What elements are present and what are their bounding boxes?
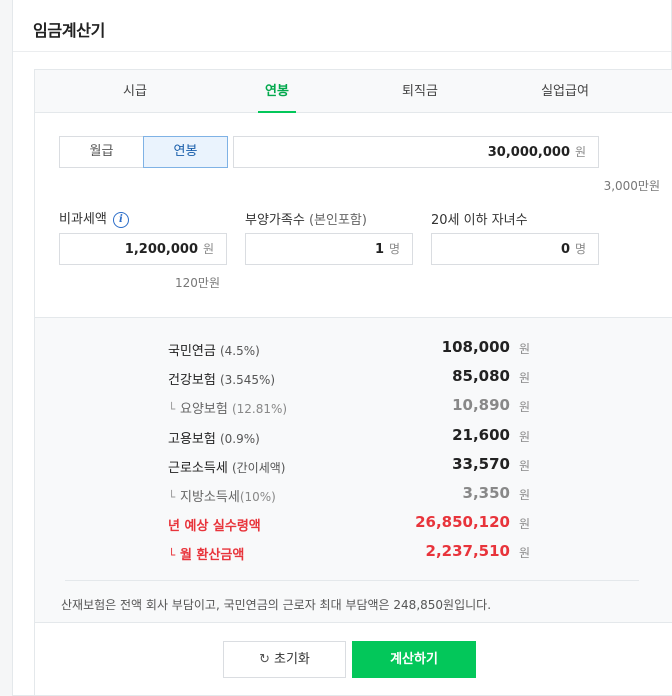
dependents-input[interactable]: 1 명 [245, 233, 413, 265]
result-row-income-tax: 근로소득세 (간이세액) 33,570 원 [168, 455, 530, 476]
tab-unemployment[interactable]: 실업급여 [530, 70, 600, 113]
dependents-unit: 명 [388, 242, 400, 256]
tab-annual[interactable]: 연봉 [258, 70, 296, 113]
tab-severance[interactable]: 퇴직금 [390, 70, 450, 113]
tab-bar: 시급 연봉 퇴직금 실업급여 [35, 70, 672, 113]
calculate-button[interactable]: 계산하기 [352, 641, 476, 678]
children-label: 20세 이하 자녀수 [431, 213, 528, 228]
nontax-label: 비과세액 i [59, 208, 129, 228]
nontax-unit: 원 [202, 242, 214, 256]
reset-button[interactable]: ↻ 초기화 [223, 641, 346, 678]
insurance-note: 산재보험은 전액 회사 부담이고, 국민연금의 근로자 최대 부담액은 248,… [61, 598, 492, 612]
calculator-panel: 시급 연봉 퇴직금 실업급여 월급 연봉 30,000,000 원 3,000만… [34, 69, 672, 696]
result-row-health: 건강보험 (3.545%) 85,080 원 [168, 367, 530, 388]
result-row-employment: 고용보험 (0.9%) 21,600 원 [168, 426, 530, 447]
nontax-value: 1,200,000 [124, 242, 198, 257]
nontax-hint: 120만원 [175, 276, 220, 290]
children-unit: 명 [574, 242, 586, 256]
salary-value: 30,000,000 [487, 145, 570, 160]
wage-calculator-card: 임금계산기 시급 연봉 퇴직금 실업급여 월급 연봉 30,000,000 원 … [12, 0, 672, 696]
children-value: 0 [560, 242, 570, 257]
dependents-label: 부양가족수 (본인포함) [245, 213, 367, 228]
card-title: 임금계산기 [33, 21, 106, 40]
result-row-pension: 국민연금 (4.5%) 108,000 원 [168, 338, 530, 359]
title-divider [13, 51, 671, 52]
dependents-value: 1 [374, 242, 384, 257]
salary-hint: 3,000만원 [603, 179, 660, 193]
results-section: 국민연금 (4.5%) 108,000 원 건강보험 (3.545%) 85,0… [35, 317, 672, 623]
tab-hourly[interactable]: 시급 [105, 70, 165, 113]
results-divider [65, 580, 639, 581]
refresh-icon: ↻ [259, 652, 270, 667]
info-icon[interactable]: i [112, 211, 129, 228]
annual-toggle[interactable]: 연봉 [143, 136, 228, 168]
salary-input[interactable]: 30,000,000 원 [233, 136, 599, 168]
result-row-annual-net: 년 예상 실수령액 26,850,120 원 [168, 513, 530, 534]
nontax-input[interactable]: 1,200,000 원 [59, 233, 227, 265]
monthly-toggle[interactable]: 월급 [59, 136, 144, 168]
children-input[interactable]: 0 명 [431, 233, 599, 265]
result-row-care: └ 요양보험 (12.81%) 10,890 원 [168, 396, 530, 417]
result-row-local-tax: └ 지방소득세(10%) 3,350 원 [168, 484, 530, 505]
result-row-monthly-net: └ 월 환산금액 2,237,510 원 [168, 542, 530, 563]
salary-unit: 원 [574, 145, 586, 159]
